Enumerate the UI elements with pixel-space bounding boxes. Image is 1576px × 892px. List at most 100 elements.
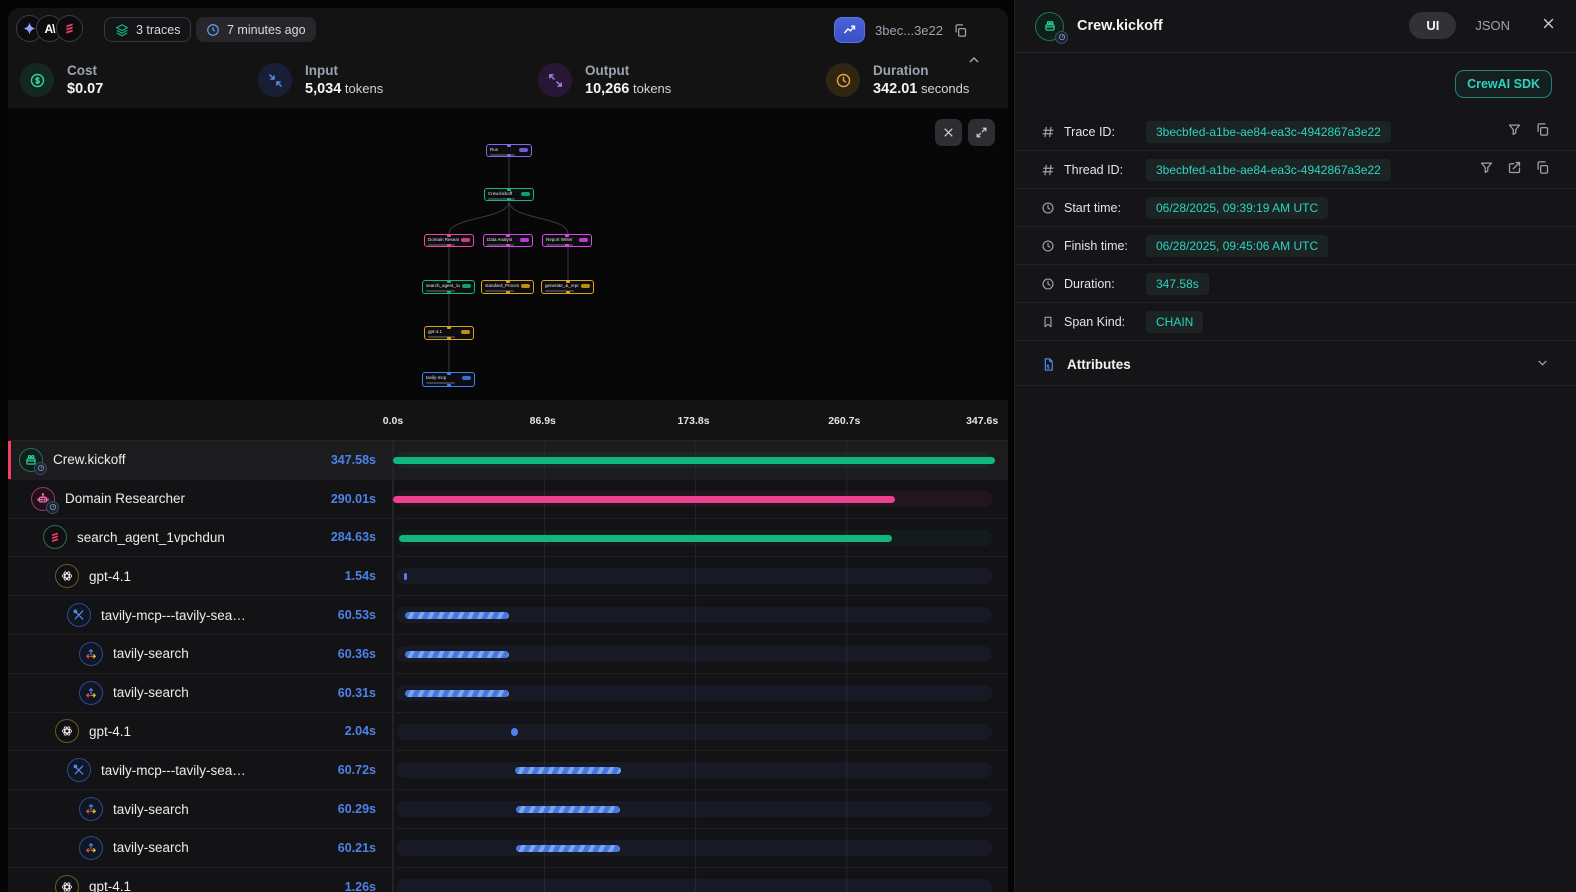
graph-toolbar bbox=[935, 119, 995, 146]
tab-json[interactable]: JSON bbox=[1458, 12, 1527, 39]
stat-value: 342.01 seconds bbox=[873, 81, 969, 97]
tab-ui[interactable]: UI bbox=[1409, 12, 1456, 39]
graph-expand-button[interactable] bbox=[968, 119, 995, 146]
span-row[interactable]: Crew.kickoff347.58s bbox=[8, 441, 1008, 480]
graph-node-badge bbox=[462, 376, 471, 380]
sdk-badge-row: CrewAI SDK bbox=[1015, 53, 1576, 113]
span-row[interactable]: tavily-mcp---tavily-sea…60.53s bbox=[8, 596, 1008, 635]
graph-node[interactable]: Crew.kickoff bbox=[484, 188, 534, 201]
graph-node-subtext bbox=[546, 244, 573, 246]
graph-node-subtext bbox=[488, 198, 515, 200]
span-label: Crew.kickoff bbox=[53, 452, 126, 467]
graph-node-port bbox=[447, 337, 451, 340]
span-row[interactable]: gpt-4.11.54s bbox=[8, 557, 1008, 596]
span-bar bbox=[516, 845, 620, 852]
graph-node[interactable]: Run bbox=[486, 144, 532, 157]
field-value[interactable]: 06/28/2025, 09:39:19 AM UTC bbox=[1146, 197, 1328, 219]
trace-graph-canvas[interactable]: Run Crew.kickoff Domain Researcher Data … bbox=[8, 108, 1008, 400]
graph-node-port bbox=[506, 280, 510, 283]
anthropic-icon: A\ bbox=[45, 22, 55, 36]
graph-node[interactable]: Report Writer bbox=[542, 234, 592, 247]
span-row[interactable]: gpt-4.11.26s bbox=[8, 868, 1008, 892]
detail-header: Crew.kickoff UIJSON bbox=[1015, 0, 1576, 53]
timeline-axis: 0.0s86.9s173.8s260.7s347.6s bbox=[8, 400, 1008, 440]
span-timeline-cell bbox=[392, 790, 995, 828]
stat-duration: Duration342.01 seconds bbox=[826, 52, 969, 108]
span-row[interactable]: tavily-mcp---tavily-sea…60.72s bbox=[8, 751, 1008, 790]
span-row[interactable]: Domain Researcher290.01s bbox=[8, 480, 1008, 519]
filter-button[interactable] bbox=[1507, 122, 1522, 142]
graph-node-badge bbox=[521, 284, 530, 288]
robot-icon bbox=[31, 487, 55, 511]
graph-node-label: Domain Researcher bbox=[428, 237, 459, 242]
graph-node[interactable]: Domain Researcher bbox=[424, 234, 474, 247]
bookmark-icon bbox=[1041, 315, 1056, 329]
graph-node-subtext bbox=[426, 290, 455, 292]
span-row[interactable]: tavily-search60.21s bbox=[8, 829, 1008, 868]
graph-node-badge bbox=[461, 330, 470, 334]
span-row[interactable]: search_agent_1vpchdun284.63s bbox=[8, 519, 1008, 558]
graph-node-port bbox=[447, 326, 451, 329]
stat-unit: tokens bbox=[341, 81, 383, 96]
span-row[interactable]: tavily-search60.36s bbox=[8, 635, 1008, 674]
copy-icon bbox=[953, 23, 968, 38]
span-row-tail bbox=[995, 868, 1008, 892]
copy-button[interactable] bbox=[1535, 122, 1550, 142]
field-value[interactable]: 3becbfed-a1be-ae84-ea3c-4942867a3e22 bbox=[1146, 159, 1391, 181]
traces-count-badge[interactable]: 3 traces bbox=[104, 17, 191, 42]
graph-node-badge bbox=[462, 284, 471, 288]
span-row[interactable]: tavily-search60.31s bbox=[8, 674, 1008, 713]
graph-close-button[interactable] bbox=[935, 119, 962, 146]
filter-icon bbox=[1507, 122, 1522, 137]
clock-icon bbox=[206, 23, 220, 37]
graph-node[interactable]: search_agent_1vpchdun bbox=[422, 280, 475, 294]
graph-node-subtext bbox=[428, 244, 455, 246]
field-label: Trace ID: bbox=[1064, 125, 1146, 139]
span-icon-subbadge bbox=[34, 462, 47, 475]
field-value[interactable]: 347.58s bbox=[1146, 273, 1209, 295]
stats-row: Cost$0.07Input5,034 tokensOutput10,266 t… bbox=[8, 52, 1008, 108]
span-duration: 2.04s bbox=[345, 724, 392, 738]
span-row-name: tavily-search60.36s bbox=[8, 635, 392, 673]
graph-node[interactable]: generate_&_report bbox=[541, 280, 594, 294]
copy-button[interactable] bbox=[1535, 160, 1550, 180]
span-timeline-cell bbox=[392, 713, 995, 751]
detail-field-finishtime: Finish time:06/28/2025, 09:45:06 AM UTC bbox=[1015, 227, 1576, 265]
graph-node-port bbox=[506, 291, 510, 294]
trend-icon bbox=[842, 23, 857, 38]
scala-icon bbox=[43, 525, 67, 549]
span-duration: 1.26s bbox=[345, 880, 392, 892]
trace-age-badge: 7 minutes ago bbox=[196, 17, 316, 42]
chevron-down-icon[interactable] bbox=[1535, 355, 1550, 375]
graph-node[interactable]: tavily-mcp bbox=[422, 372, 475, 387]
external-button[interactable] bbox=[1507, 160, 1522, 180]
graph-node-port bbox=[506, 234, 510, 237]
field-value[interactable]: 3becbfed-a1be-ae84-ea3c-4942867a3e22 bbox=[1146, 121, 1391, 143]
crew-icon bbox=[1035, 12, 1064, 41]
span-row[interactable]: tavily-search60.29s bbox=[8, 790, 1008, 829]
span-row-tail bbox=[995, 480, 1008, 518]
field-value[interactable]: 06/28/2025, 09:45:06 AM UTC bbox=[1146, 235, 1328, 257]
trace-chart-button[interactable] bbox=[834, 17, 865, 43]
graph-node-label: standard_Processing bbox=[485, 283, 519, 288]
graph-node[interactable]: Data Analyst bbox=[483, 234, 533, 247]
span-timeline-cell bbox=[392, 519, 995, 557]
collapse-stats-button[interactable] bbox=[966, 52, 982, 73]
traces-count-label: 3 traces bbox=[136, 23, 180, 37]
span-bar bbox=[405, 651, 509, 658]
span-row-name: search_agent_1vpchdun284.63s bbox=[8, 519, 392, 557]
graph-node[interactable]: gpt-4.1 bbox=[424, 326, 474, 340]
trace-ref-cluster: 3bec...3e22 bbox=[834, 17, 968, 43]
field-value[interactable]: CHAIN bbox=[1146, 311, 1203, 333]
graph-node[interactable]: standard_Processing bbox=[481, 280, 534, 294]
span-detail-panel: Crew.kickoff UIJSON CrewAI SDK Trace ID:… bbox=[1014, 0, 1576, 892]
stat-cost: Cost$0.07 bbox=[20, 52, 258, 108]
copy-trace-id-button[interactable] bbox=[953, 23, 968, 38]
stat-text: Duration342.01 seconds bbox=[873, 63, 969, 97]
filter-button[interactable] bbox=[1479, 160, 1494, 180]
span-duration: 60.53s bbox=[338, 608, 392, 622]
graph-node-port bbox=[447, 291, 451, 294]
attributes-section-header[interactable]: Attributes bbox=[1015, 344, 1576, 386]
detail-close-button[interactable] bbox=[1541, 16, 1556, 36]
span-row[interactable]: gpt-4.12.04s bbox=[8, 713, 1008, 752]
